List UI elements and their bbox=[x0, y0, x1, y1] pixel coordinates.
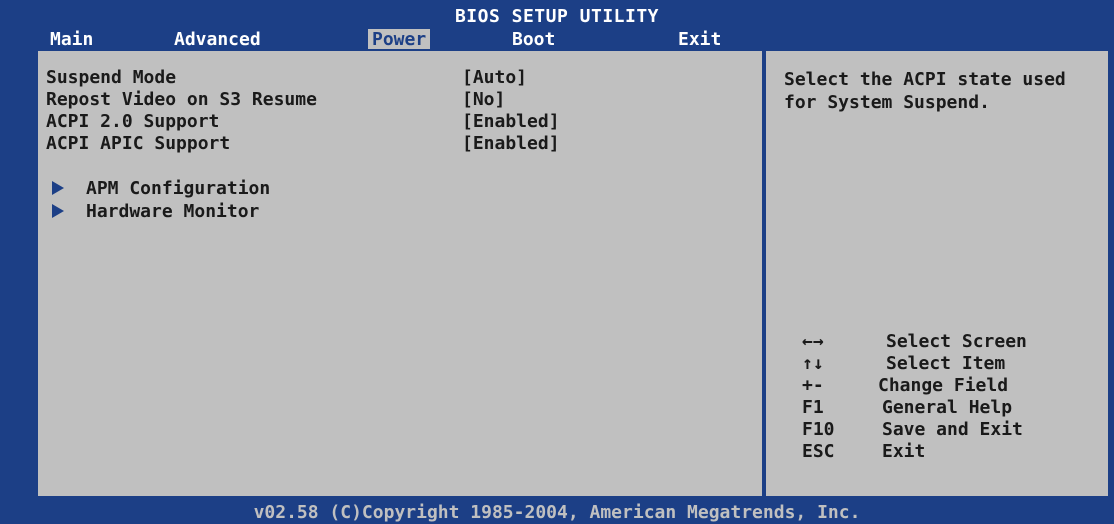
setting-acpi20-label[interactable]: ACPI 2.0 Support bbox=[46, 111, 219, 133]
bios-title: BIOS SETUP UTILITY bbox=[454, 6, 660, 27]
key-general-help: General Help bbox=[882, 397, 1013, 418]
key-save-exit: Save and Exit bbox=[882, 419, 1023, 440]
bios-header: BIOS SETUP UTILITY Main Advanced Power B… bbox=[0, 0, 1114, 50]
key-f10: F10 bbox=[802, 419, 835, 440]
copyright-footer: v02.58 (C)Copyright 1985-2004, American … bbox=[253, 502, 861, 523]
key-select-screen: Select Screen bbox=[886, 331, 1027, 352]
key-exit: Exit bbox=[882, 441, 926, 462]
key-change-field: Change Field bbox=[878, 375, 1009, 396]
key-esc: ESC bbox=[802, 441, 835, 462]
key-f1: F1 bbox=[802, 397, 824, 418]
key-arrows-ud: ↑↓ bbox=[802, 353, 824, 374]
tab-advanced[interactable]: Advanced bbox=[170, 29, 265, 50]
tab-power[interactable]: Power bbox=[368, 29, 431, 50]
help-text: Select the ACPI state used for System Su… bbox=[784, 69, 1066, 113]
setting-acpi-apic-label[interactable]: ACPI APIC Support bbox=[46, 133, 230, 155]
submenu-arrow-icon bbox=[52, 181, 64, 195]
tab-exit[interactable]: Exit bbox=[674, 29, 725, 50]
tab-main[interactable]: Main bbox=[46, 29, 97, 50]
setting-suspend-mode-value[interactable]: [Auto] bbox=[462, 67, 527, 89]
submenu-apm-configuration[interactable]: APM Configuration bbox=[86, 178, 270, 200]
tab-boot[interactable]: Boot bbox=[508, 29, 559, 50]
setting-acpi-apic-value[interactable]: [Enabled] bbox=[462, 133, 560, 155]
key-select-item: Select Item bbox=[886, 353, 1006, 374]
key-plus-minus: +- bbox=[802, 375, 824, 396]
setting-repost-video-label[interactable]: Repost Video on S3 Resume bbox=[46, 89, 317, 111]
setting-acpi20-value[interactable]: [Enabled] bbox=[462, 111, 560, 133]
submenu-arrow-icon bbox=[52, 204, 64, 218]
setting-suspend-mode-label[interactable]: Suspend Mode bbox=[46, 67, 176, 89]
key-arrows-lr: ←→ bbox=[802, 331, 824, 352]
submenu-hardware-monitor[interactable]: Hardware Monitor bbox=[86, 201, 259, 223]
setting-repost-video-value[interactable]: [No] bbox=[462, 89, 505, 111]
